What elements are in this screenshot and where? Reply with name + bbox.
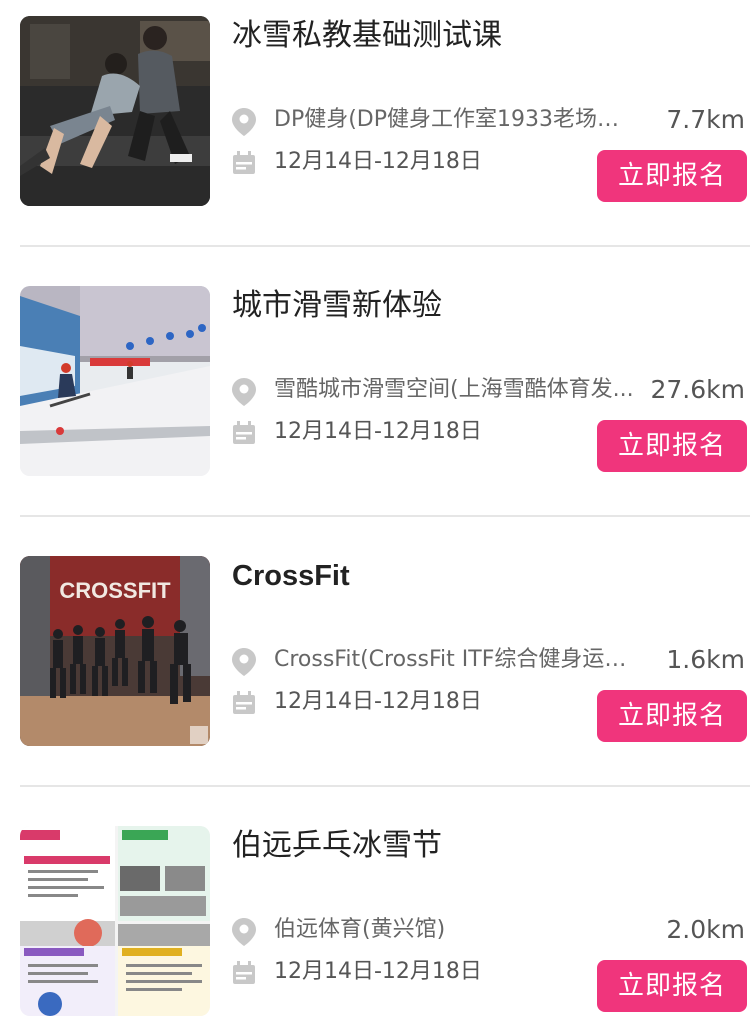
map-pin-icon [232, 108, 256, 136]
calendar-icon [233, 691, 255, 714]
event-title: CrossFit [232, 560, 350, 592]
register-button[interactable]: 立即报名 [597, 150, 747, 202]
event-card[interactable]: 城市滑雪新体验 雪酷城市滑雪空间(上海雪酷体育发... 27.6km 12月14… [0, 286, 750, 476]
calendar-icon [233, 421, 255, 444]
event-card[interactable]: CROSSFIT CrossFit CrossFit(CrossFit ITF综… [0, 556, 750, 746]
event-date: 12月14日-12月18日 [274, 959, 482, 984]
event-location-row: 伯远体育(黄兴馆) 2.0km [232, 910, 747, 950]
register-button[interactable]: 立即报名 [597, 960, 747, 1012]
event-distance: 2.0km [666, 915, 745, 944]
list-divider [20, 785, 750, 787]
list-divider [20, 515, 750, 517]
gym-training-photo [20, 16, 210, 206]
event-location: 雪酷城市滑雪空间(上海雪酷体育发... [274, 377, 634, 402]
event-location: DP健身(DP健身工作室1933老场坊... [274, 107, 634, 132]
event-thumbnail[interactable]: CROSSFIT [20, 556, 210, 746]
event-date: 12月14日-12月18日 [274, 419, 482, 444]
event-date: 12月14日-12月18日 [274, 689, 482, 714]
crossfit-sign: CROSSFIT [59, 578, 171, 603]
event-list: 冰雪私教基础测试课 DP健身(DP健身工作室1933老场坊... 7.7km 1… [0, 0, 750, 1034]
event-date-row: 12月14日-12月18日 [232, 142, 572, 182]
event-card[interactable]: 伯远乒乓冰雪节 伯远体育(黄兴馆) 2.0km 12月14日-12月18日 立即… [0, 826, 750, 1016]
calendar-icon [233, 151, 255, 174]
map-pin-icon [232, 918, 256, 946]
table-tennis-poster-photo [20, 826, 210, 1016]
crossfit-group-photo: CROSSFIT [20, 556, 210, 746]
event-distance: 27.6km [650, 375, 746, 404]
register-button[interactable]: 立即报名 [597, 690, 747, 742]
event-date-row: 12月14日-12月18日 [232, 952, 572, 992]
event-thumbnail[interactable] [20, 826, 210, 1016]
event-location-row: CrossFit(CrossFit ITF综合健身运动.. 1.6km [232, 640, 747, 680]
event-distance: 7.7km [666, 105, 745, 134]
indoor-ski-photo [20, 286, 210, 476]
list-divider [20, 245, 750, 247]
event-date-row: 12月14日-12月18日 [232, 412, 572, 452]
event-location-row: 雪酷城市滑雪空间(上海雪酷体育发... 27.6km [232, 370, 747, 410]
map-pin-icon [232, 378, 256, 406]
event-title: 伯远乒乓冰雪节 [232, 828, 442, 863]
event-distance: 1.6km [666, 645, 745, 674]
event-thumbnail[interactable] [20, 286, 210, 476]
map-pin-icon [232, 648, 256, 676]
calendar-icon [233, 961, 255, 984]
event-location-row: DP健身(DP健身工作室1933老场坊... 7.7km [232, 100, 747, 140]
event-thumbnail[interactable] [20, 16, 210, 206]
event-date-row: 12月14日-12月18日 [232, 682, 572, 722]
event-location: 伯远体育(黄兴馆) [274, 917, 446, 942]
event-date: 12月14日-12月18日 [274, 149, 482, 174]
event-title: 冰雪私教基础测试课 [232, 18, 502, 53]
register-button[interactable]: 立即报名 [597, 420, 747, 472]
event-title: 城市滑雪新体验 [232, 288, 442, 323]
event-card[interactable]: 冰雪私教基础测试课 DP健身(DP健身工作室1933老场坊... 7.7km 1… [0, 16, 750, 206]
event-location: CrossFit(CrossFit ITF综合健身运动.. [274, 647, 634, 672]
